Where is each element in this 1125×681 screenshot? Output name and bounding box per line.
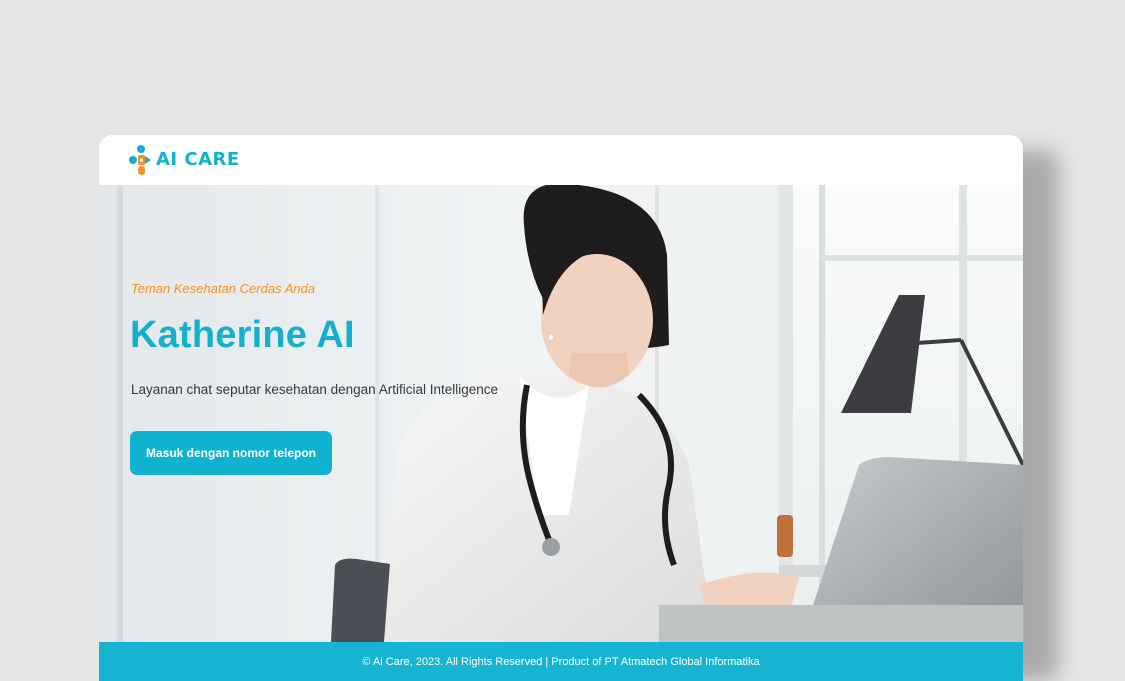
doctor-with-laptop-photo (99, 185, 1023, 642)
footer: © Ai Care, 2023. All Rights Reserved | P… (99, 642, 1023, 681)
hero-tagline: Teman Kesehatan Cerdas Anda (131, 281, 316, 296)
login-with-phone-button[interactable]: Masuk dengan nomor telepon (130, 431, 332, 475)
hero-title: Katherine AI (130, 314, 355, 356)
hero-section: Teman Kesehatan Cerdas Anda Katherine AI… (99, 185, 1023, 642)
hero-subtitle: Layanan chat seputar kesehatan dengan Ar… (131, 382, 499, 397)
logo[interactable]: AI CARE (129, 144, 240, 176)
navbar: AI CARE (99, 135, 1023, 185)
logo-text: AI CARE (156, 149, 240, 170)
browser-window: AI CARE Teman Kesehatan Cerdas Anda Kath… (99, 135, 1023, 681)
page: AI CARE Teman Kesehatan Cerdas Anda Kath… (0, 0, 1125, 681)
footer-copyright: © Ai Care, 2023. All Rights Reserved | P… (362, 655, 760, 668)
ai-care-logo-icon (129, 145, 151, 175)
